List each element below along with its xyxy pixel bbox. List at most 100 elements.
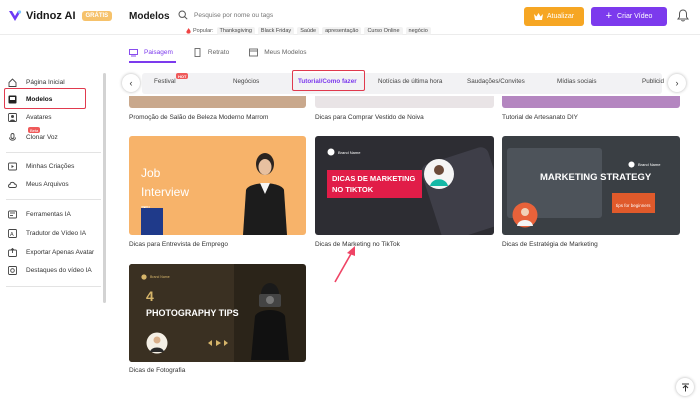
template-title[interactable]: Dicas de Estratégia de Marketing bbox=[502, 241, 598, 248]
popular-tag[interactable]: Curso Online bbox=[364, 27, 403, 35]
brand-name-label: Brand Name bbox=[150, 275, 170, 279]
create-video-label: Criar Vídeo bbox=[617, 13, 653, 20]
templates-highlight-frame bbox=[4, 88, 86, 109]
thumbnail-headline: PHOTOGRAPHY TIPS bbox=[146, 308, 239, 318]
popular-tag[interactable]: Saúde bbox=[297, 27, 320, 35]
category-greetings[interactable]: Saudações/Convites bbox=[467, 78, 525, 85]
sidebar-divider bbox=[6, 152, 101, 153]
template-thumbnail[interactable] bbox=[315, 96, 494, 108]
presenter-avatar bbox=[512, 202, 538, 228]
template-title[interactable]: Dicas para Comprar Vestido de Noiva bbox=[315, 114, 424, 121]
presenter-avatar bbox=[424, 159, 454, 189]
brand-logo-icon bbox=[141, 274, 147, 280]
orientation-tabs: Paisagem Retrato Meus Modelos bbox=[129, 44, 327, 60]
sidebar-item-label: Clonar Voz bbox=[26, 133, 58, 141]
category-bar: ‹ Festival HOT Negócios Tutorial/Como fa… bbox=[118, 70, 690, 96]
scroll-to-top-button[interactable] bbox=[676, 378, 694, 396]
brand-logo-icon bbox=[327, 148, 335, 156]
presenter-avatar bbox=[243, 153, 287, 235]
create-video-button[interactable]: + Criar Vídeo bbox=[591, 7, 667, 26]
sidebar-item-my-creations[interactable]: Minhas Criações bbox=[8, 159, 74, 173]
sidebar-item-label: Tradutor de Vídeo IA bbox=[26, 229, 87, 237]
template-card-marketing-strategy[interactable]: Brand Name MARKETING STRATEGY tips for b… bbox=[502, 136, 680, 235]
page-title: Modelos bbox=[129, 11, 170, 22]
chevron-left-icon: ‹ bbox=[129, 78, 133, 88]
sidebar-item-avatars[interactable]: Avatares bbox=[8, 110, 52, 124]
voice-icon bbox=[9, 132, 16, 141]
brand-logo-icon bbox=[628, 161, 635, 168]
brand-mark: Brand Name bbox=[141, 274, 170, 280]
brand-mark: Brand Name bbox=[628, 161, 660, 168]
sidebar-item-video-translator[interactable]: A Tradutor de Vídeo IA bbox=[8, 226, 86, 240]
category-festival[interactable]: Festival bbox=[154, 78, 176, 85]
tab-portrait[interactable]: Retrato bbox=[193, 44, 229, 60]
category-next-button[interactable]: › bbox=[668, 74, 686, 92]
sidebar-item-home[interactable]: Página Inicial bbox=[8, 75, 65, 89]
sidebar-item-voice-clone[interactable]: Clonar Voz bbox=[8, 130, 58, 144]
my-templates-icon bbox=[249, 48, 259, 56]
category-prev-button[interactable]: ‹ bbox=[122, 74, 140, 92]
sidebar-item-ai-highlights[interactable]: Destaques do vídeo IA bbox=[8, 263, 92, 277]
portrait-icon bbox=[194, 47, 201, 57]
brand-logo[interactable]: Vidnoz AI GRÁTIS bbox=[8, 9, 113, 23]
tools-icon bbox=[8, 210, 17, 218]
template-card-tiktok-marketing[interactable]: Brand Name DICAS DE MARKETING NO TIKTOK bbox=[315, 136, 494, 235]
popular-label-wrap: Popular: bbox=[186, 28, 214, 34]
sidebar-item-my-files[interactable]: Meus Arquivos bbox=[8, 177, 69, 191]
sidebar-item-label: Minhas Criações bbox=[26, 162, 75, 170]
arrow-up-icon bbox=[681, 383, 689, 391]
notification-bell-icon[interactable] bbox=[677, 9, 689, 22]
sidebar-item-label: Meus Arquivos bbox=[26, 180, 69, 188]
category-advertising[interactable]: Publicid bbox=[642, 78, 664, 85]
template-thumbnail[interactable] bbox=[502, 96, 680, 108]
search-input[interactable] bbox=[194, 11, 314, 19]
category-social-media[interactable]: Mídias sociais bbox=[557, 78, 597, 85]
template-thumbnail[interactable] bbox=[129, 96, 306, 108]
popular-tag[interactable]: Thanksgiving bbox=[216, 27, 255, 35]
landscape-icon bbox=[129, 48, 138, 56]
sidebar-divider bbox=[6, 199, 101, 200]
template-title[interactable]: Tutorial de Artesanato DIY bbox=[502, 114, 578, 121]
sidebar-item-label: Avatares bbox=[26, 113, 52, 121]
sidebar-item-label: Página Inicial bbox=[26, 78, 65, 86]
tab-landscape[interactable]: Paisagem bbox=[129, 44, 173, 60]
home-icon bbox=[8, 77, 17, 87]
tab-portrait-label: Retrato bbox=[207, 48, 230, 56]
sidebar-item-ai-tools[interactable]: Ferramentas IA bbox=[8, 207, 71, 221]
tab-my-templates[interactable]: Meus Modelos bbox=[249, 44, 307, 60]
template-card-job-interview[interactable]: Job Interview Tips bbox=[129, 136, 306, 235]
highlight-icon bbox=[8, 265, 17, 275]
playback-controls-icon bbox=[208, 340, 228, 346]
popular-tag[interactable]: negócio bbox=[405, 27, 431, 35]
popular-tag[interactable]: Black Friday bbox=[257, 27, 295, 35]
hot-badge: HOT bbox=[176, 73, 189, 79]
annotation-arrow-icon bbox=[334, 246, 355, 283]
presenter-avatar bbox=[146, 332, 168, 354]
cloud-icon bbox=[8, 181, 17, 188]
template-title[interactable]: Dicas para Entrevista de Emprego bbox=[129, 241, 228, 248]
photographer-image bbox=[251, 283, 289, 360]
category-business[interactable]: Negócios bbox=[233, 78, 259, 85]
popular-tag[interactable]: apresentação bbox=[322, 27, 362, 35]
translate-icon: A bbox=[8, 228, 17, 238]
subtitle-banner: tips for beginners bbox=[612, 193, 655, 213]
crown-icon bbox=[533, 13, 543, 20]
category-highlight-frame bbox=[292, 70, 365, 91]
popular-label: Popular: bbox=[193, 28, 214, 34]
search-bar[interactable] bbox=[178, 6, 318, 24]
decor-block bbox=[141, 208, 163, 235]
brand-mark: Brand Name bbox=[327, 148, 360, 156]
sidebar-item-export-avatar[interactable]: Exportar Apenas Avatar bbox=[8, 245, 94, 259]
sidebar-divider bbox=[6, 286, 101, 287]
vidnoz-logo-icon bbox=[9, 10, 22, 21]
svg-text:A: A bbox=[10, 231, 14, 237]
sidebar-scrollbar[interactable] bbox=[103, 73, 106, 303]
template-card-photography[interactable]: Brand Name 4 PHOTOGRAPHY TIPS bbox=[129, 264, 306, 362]
template-title[interactable]: Dicas de Fotografia bbox=[129, 367, 185, 374]
app-root: Vidnoz AI GRÁTIS Modelos Popular: Thanks… bbox=[0, 0, 700, 400]
category-breaking-news[interactable]: Notícias de última hora bbox=[378, 78, 442, 85]
template-title[interactable]: Promoção de Salão de Beleza Moderno Marr… bbox=[129, 114, 268, 121]
upgrade-label: Atualizar bbox=[546, 13, 575, 20]
tab-my-templates-label: Meus Modelos bbox=[264, 48, 307, 56]
upgrade-button[interactable]: Atualizar bbox=[524, 7, 584, 26]
